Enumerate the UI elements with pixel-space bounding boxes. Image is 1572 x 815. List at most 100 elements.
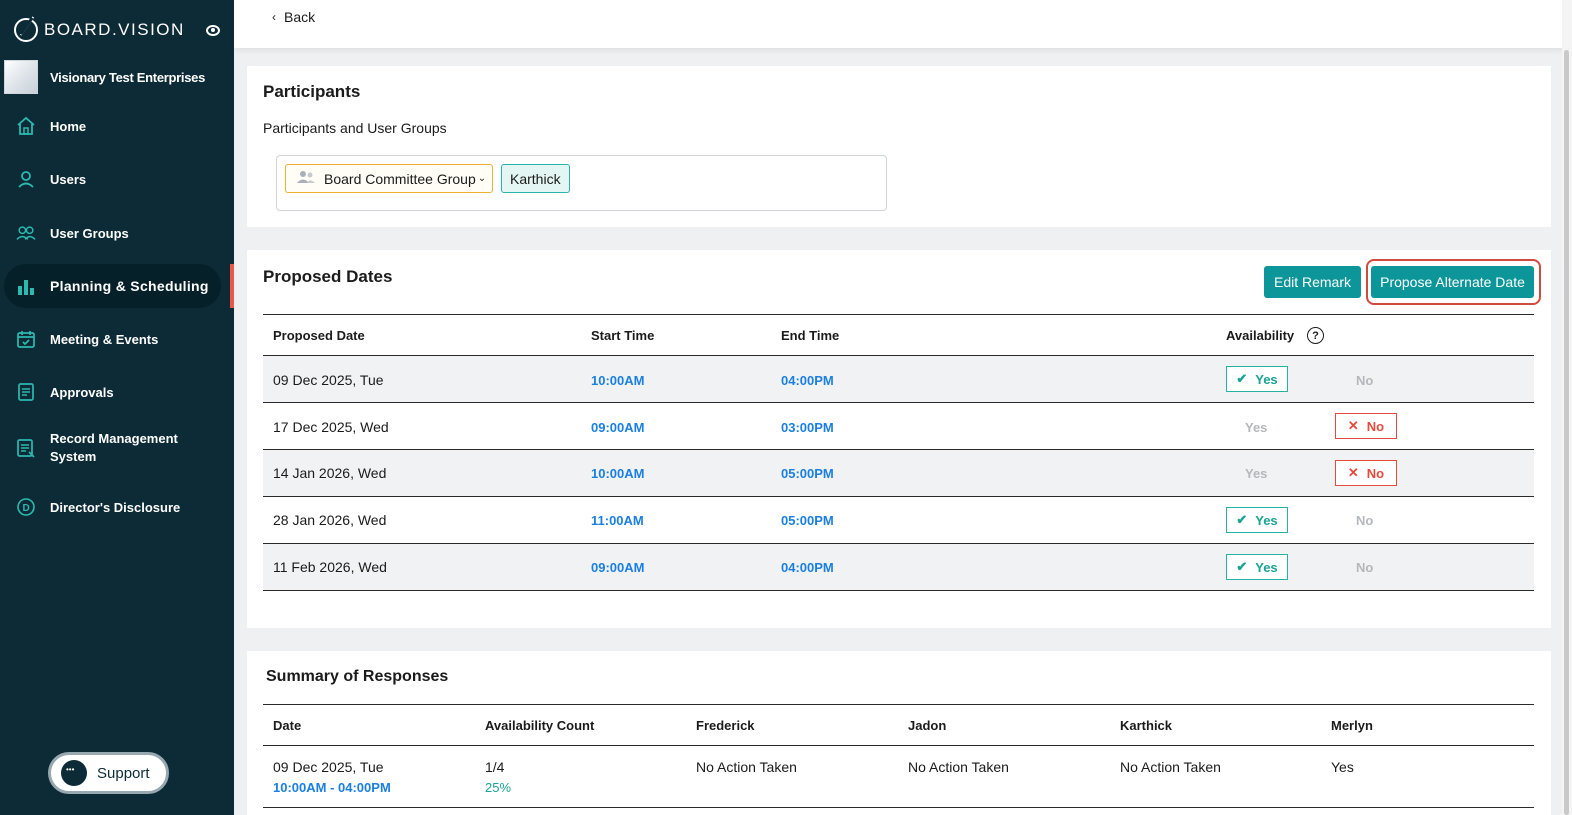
- summary-header-jadon: Jadon: [908, 718, 947, 733]
- close-icon: ✕: [1347, 465, 1359, 480]
- sidebar-item-label: Director's Disclosure: [50, 499, 181, 515]
- sidebar-item-label: Meeting & Events: [50, 331, 159, 347]
- summary-header-merlyn: Merlyn: [1331, 718, 1373, 733]
- end-time-cell: 05:00PM: [781, 466, 834, 481]
- user-groups-icon: [16, 223, 36, 243]
- summary-percent-cell: 25%: [485, 780, 512, 795]
- sidebar: BOARD.VISION Visionary Test Enterprises …: [0, 0, 234, 815]
- column-header-proposed-date: Proposed Date: [273, 328, 365, 343]
- start-time-cell: 09:00AM: [591, 560, 645, 575]
- availability-yes-button[interactable]: ✔ Yes: [1226, 366, 1288, 392]
- sidebar-item-label: Record Management System: [50, 431, 178, 464]
- user-chip[interactable]: Karthick: [501, 164, 570, 193]
- home-icon: [16, 116, 36, 136]
- end-time-cell: 05:00PM: [781, 513, 834, 528]
- svg-text:D: D: [23, 503, 30, 514]
- end-time-cell: 03:00PM: [781, 420, 834, 435]
- sidebar-item-label: Home: [50, 118, 87, 134]
- summary-row-border: [263, 807, 1534, 808]
- availability-yes-button[interactable]: ✔ Yes: [1226, 554, 1288, 580]
- board-vision-logo-icon: [14, 18, 38, 42]
- org-switcher[interactable]: Visionary Test Enterprises: [4, 60, 205, 94]
- chevron-down-icon: ⌄: [477, 173, 487, 184]
- column-header-availability: Availability: [1226, 328, 1295, 343]
- bar-chart-icon: [16, 276, 36, 296]
- check-icon: ✔: [1236, 512, 1248, 527]
- scrollbar-thumb[interactable]: [1564, 50, 1569, 815]
- summary-karthick-cell: No Action Taken: [1120, 759, 1221, 775]
- summary-header-frederick: Frederick: [696, 718, 755, 733]
- back-label: Back: [284, 9, 316, 25]
- availability-no-button[interactable]: ✕ No: [1335, 460, 1397, 486]
- start-time-cell: 09:00AM: [591, 420, 645, 435]
- summary-header-availability-count: Availability Count: [485, 718, 595, 733]
- summary-title: Summary of Responses: [266, 668, 449, 685]
- help-icon[interactable]: ?: [1307, 327, 1324, 344]
- brand[interactable]: BOARD.VISION: [14, 18, 185, 42]
- sidebar-item-home[interactable]: Home: [4, 104, 221, 148]
- support-label: Support: [97, 764, 150, 782]
- calendar-icon: [16, 329, 36, 349]
- active-indicator: [230, 264, 234, 308]
- disclosure-icon: D: [16, 497, 36, 517]
- availability-no-button[interactable]: No: [1356, 513, 1373, 528]
- availability-no-button[interactable]: ✕ No: [1335, 413, 1397, 439]
- sidebar-item-label: Users: [50, 171, 87, 187]
- proposed-date-cell: 09 Dec 2025, Tue: [273, 372, 384, 388]
- end-time-cell: 04:00PM: [781, 560, 834, 575]
- availability-no-button[interactable]: No: [1356, 560, 1373, 575]
- start-time-cell: 11:00AM: [591, 513, 644, 528]
- table-row: [263, 356, 1534, 403]
- sidebar-item-record-management[interactable]: Record Management System: [4, 426, 221, 470]
- sidebar-item-users[interactable]: Users: [4, 157, 221, 201]
- summary-time-range: 10:00AM - 04:00PM: [273, 780, 391, 795]
- proposed-date-cell: 11 Feb 2026, Wed: [273, 559, 387, 575]
- table-row: [263, 497, 1534, 544]
- group-chip-label: Board Committee Group: [324, 170, 476, 187]
- chevron-left-icon: ‹: [272, 10, 276, 24]
- users-icon: [296, 170, 316, 187]
- topbar: [234, 0, 1564, 48]
- summary-merlyn-cell: Yes: [1331, 759, 1354, 775]
- brand-name: BOARD.VISION: [44, 20, 185, 39]
- records-icon: [16, 438, 36, 458]
- availability-yes-button[interactable]: Yes: [1245, 420, 1267, 435]
- start-time-cell: 10:00AM: [591, 373, 645, 388]
- column-header-start-time: Start Time: [591, 328, 655, 343]
- sidebar-item-planning-scheduling[interactable]: Planning & Scheduling: [4, 264, 221, 308]
- sidebar-item-directors-disclosure[interactable]: D Director's Disclosure: [4, 485, 221, 529]
- table-row: [263, 544, 1534, 591]
- summary-header-date: Date: [273, 718, 302, 733]
- sidebar-item-user-groups[interactable]: User Groups: [4, 211, 221, 255]
- summary-header-karthick: Karthick: [1120, 718, 1173, 733]
- column-header-end-time: End Time: [781, 328, 840, 343]
- participants-subtitle: Participants and User Groups: [263, 120, 447, 136]
- summary-header-bottom-border: [263, 745, 1534, 746]
- edit-remark-button[interactable]: Edit Remark: [1264, 266, 1361, 298]
- end-time-cell: 04:00PM: [781, 373, 834, 388]
- support-button[interactable]: Support: [48, 752, 169, 794]
- close-icon: ✕: [1347, 418, 1359, 433]
- eye-icon[interactable]: [206, 25, 220, 36]
- group-chip[interactable]: Board Committee Group ⌄: [285, 164, 493, 193]
- table-top-border: [263, 314, 1534, 315]
- chat-icon: [61, 760, 87, 786]
- summary-frederick-cell: No Action Taken: [696, 759, 797, 775]
- proposed-date-cell: 17 Dec 2025, Wed: [273, 419, 389, 435]
- sidebar-item-label: User Groups: [50, 225, 129, 241]
- check-icon: ✔: [1236, 371, 1248, 386]
- sidebar-item-approvals[interactable]: Approvals: [4, 370, 221, 414]
- summary-table-top-border: [263, 704, 1534, 705]
- sidebar-item-meeting-events[interactable]: Meeting & Events: [4, 317, 221, 361]
- summary-jadon-cell: No Action Taken: [908, 759, 1009, 775]
- availability-yes-button[interactable]: Yes: [1245, 466, 1267, 481]
- summary-count-cell: 1/4: [485, 759, 505, 775]
- check-icon: ✔: [1236, 559, 1248, 574]
- org-avatar: [4, 60, 38, 94]
- proposed-dates-title: Proposed Dates: [263, 267, 393, 286]
- sidebar-item-label: Planning & Scheduling: [50, 278, 209, 294]
- availability-yes-button[interactable]: ✔ Yes: [1226, 507, 1288, 533]
- availability-no-button[interactable]: No: [1356, 373, 1373, 388]
- user-icon: [16, 169, 36, 189]
- back-link[interactable]: ‹ Back: [272, 9, 315, 25]
